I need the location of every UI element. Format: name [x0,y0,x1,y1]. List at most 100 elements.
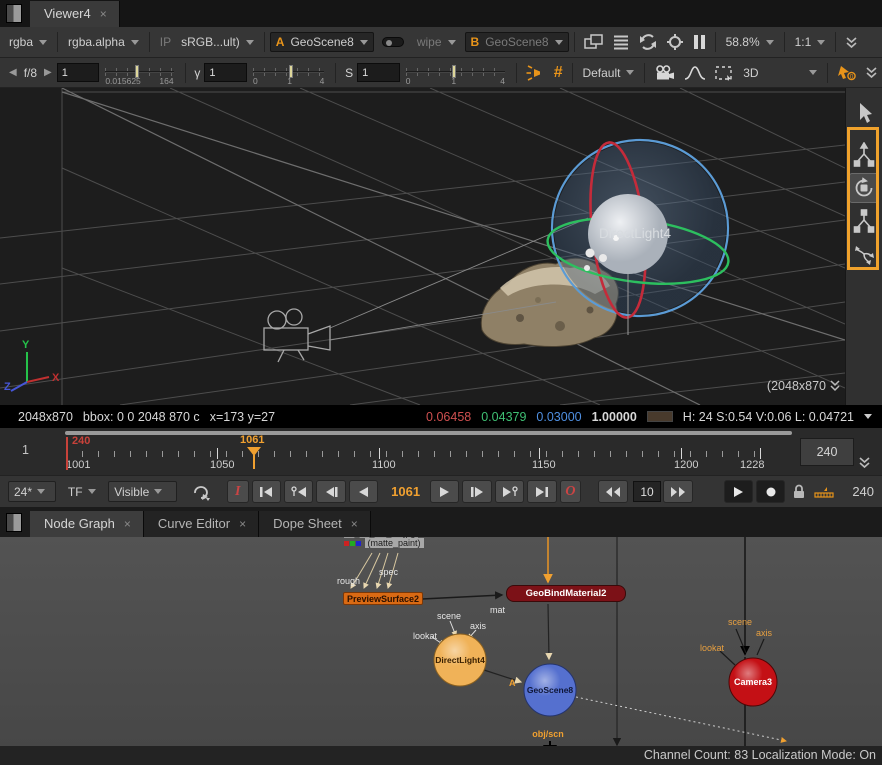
playback-range-end[interactable]: 240 [852,484,874,499]
timeline-scrollbar[interactable] [65,431,792,435]
svg-text:rough: rough [337,576,360,586]
saturation-slider[interactable]: 0 1 4 [406,62,505,84]
layer-select[interactable]: rgba [4,33,52,51]
input-process-button[interactable]: IP [155,33,176,51]
wipe-toggle[interactable] [378,35,408,49]
chevron-down-icon [766,40,774,45]
fps-select[interactable]: 24* [8,481,56,502]
fstop-next-button[interactable]: ▶ [44,67,52,78]
node-preview-surface[interactable]: PreviewSurface2 [343,592,423,605]
saturation-input[interactable]: 1 [357,63,400,82]
gain-slider[interactable]: 0.015625 164 [105,62,173,84]
frame-range-icon[interactable] [810,482,838,501]
tab-node-graph[interactable]: Node Graph × [30,511,144,537]
gain-input[interactable]: 1 [57,63,100,82]
new-viewer-window-icon[interactable] [580,32,608,52]
light-node-label: DirectLight4 [599,226,672,241]
fstop-prev-button[interactable]: ◀ [9,67,17,78]
tab-dope-sheet[interactable]: Dope Sheet × [259,511,371,537]
set-in-point-button[interactable]: I [227,480,249,503]
timeline-expand-chevron-icon[interactable] [858,456,871,469]
stack-layers-icon[interactable] [608,32,634,52]
pixel-color-swatch [647,411,673,422]
node-direct-light[interactable]: DirectLight4 [434,634,486,686]
tab-curve-editor[interactable]: Curve Editor × [144,511,259,537]
channel-select[interactable]: rgba.alpha [63,33,144,51]
expand-chevron-icon[interactable] [829,380,841,392]
info-dropdown-icon[interactable] [864,414,872,419]
frame-increment-field[interactable]: 10 [633,481,661,502]
tick-label: 1150 [532,459,556,471]
play-forward-button[interactable] [430,480,459,503]
current-frame-display[interactable]: 1061 [391,484,420,499]
divider [835,32,836,52]
step-back-button[interactable] [316,480,345,503]
input-a-select[interactable]: A GeoScene8 [270,32,374,52]
roi-gear-icon[interactable] [662,31,688,53]
gamma-slider[interactable]: 0 1 4 [253,62,324,84]
proxy-ratio-select[interactable]: 1:1 [790,33,831,51]
viewport-canvas[interactable]: DirectLight4 Y X Z [0,88,845,405]
timeline[interactable]: 1 1001 1050 1100 1150 1200 1228 240 1061… [0,428,882,475]
tf-select[interactable]: TF [62,481,102,502]
tick-label: 1100 [372,459,396,471]
next-keyframe-button[interactable] [495,480,524,503]
wipe-select[interactable]: wipe [412,33,461,51]
visibility-select[interactable]: Visible [108,481,177,502]
flipbook-play-button[interactable] [724,480,753,503]
svg-text:axis: axis [756,628,773,638]
grid-snap-icon[interactable]: # [550,62,567,84]
viewport-3d[interactable]: DirectLight4 Y X Z (2048x870 [0,88,845,405]
jump-forward-increment-button[interactable] [663,480,692,503]
node-geo-scene[interactable]: GeoScene8 [524,664,576,716]
tab-viewer4[interactable]: Viewer4 × [30,1,120,27]
close-icon[interactable]: × [239,517,246,531]
set-out-point-button[interactable]: O [560,480,582,503]
prev-keyframe-button[interactable] [284,480,313,503]
marquee-select-icon[interactable] [710,63,738,83]
select-cursor-tool[interactable] [849,98,879,128]
lock-camera-icon[interactable] [650,63,680,83]
pane-layout-icon[interactable] [6,513,22,532]
collapse-toolbar-icon[interactable] [861,66,882,79]
zoom-level-select[interactable]: 58.8% [721,33,779,51]
input-a-node: GeoScene8 [290,35,353,49]
close-icon[interactable]: × [100,7,107,21]
chevron-down-icon [131,40,139,45]
camera-wireframe[interactable] [264,309,330,362]
node-geo-bind-material[interactable]: GeoBindMaterial2 [506,585,626,602]
in-point-marker[interactable] [66,437,68,470]
node-camera3[interactable]: Camera3 [729,658,777,706]
sync-refresh-icon[interactable] [634,31,662,53]
goto-start-button[interactable] [252,480,281,503]
gaussian-curve-icon[interactable] [680,63,710,83]
gamma-input[interactable]: 1 [204,63,247,82]
divider [644,63,645,83]
step-forward-button[interactable] [462,480,491,503]
viewer-process-select[interactable]: Default [577,64,639,82]
goto-end-button[interactable] [527,480,556,503]
view-mode-select[interactable]: 3D [738,64,822,82]
node-read-texture[interactable]: ..._01_diff_8k.jpg (matte_paint) [344,537,456,548]
lut-select[interactable]: sRGB...ult) [176,33,259,51]
close-icon[interactable]: × [351,517,358,531]
svg-text:lookat: lookat [413,631,438,641]
gamma-mid-label: 1 [287,76,292,86]
pause-icon[interactable] [688,32,710,52]
close-icon[interactable]: × [124,517,131,531]
collapse-toolbar-icon[interactable] [841,36,862,49]
record-button[interactable] [756,480,785,503]
play-backward-button[interactable] [349,480,378,503]
input-b-select[interactable]: B GeoScene8 [465,32,569,52]
jump-back-increment-button[interactable] [598,480,627,503]
lock-range-icon[interactable] [788,482,810,501]
divider [335,63,336,83]
divider [57,32,58,52]
range-end-field[interactable]: 240 [800,438,854,466]
wipe-label: wipe [417,35,442,49]
scene-light-icon[interactable] [522,63,550,83]
node-graph-canvas[interactable]: rough spec mat scene axis lookat A obj/s… [0,537,882,765]
playback-mode-loop-icon[interactable] [187,481,217,503]
pane-layout-icon[interactable] [6,4,22,23]
occlusion-tester-icon[interactable]: 0 [833,62,861,83]
